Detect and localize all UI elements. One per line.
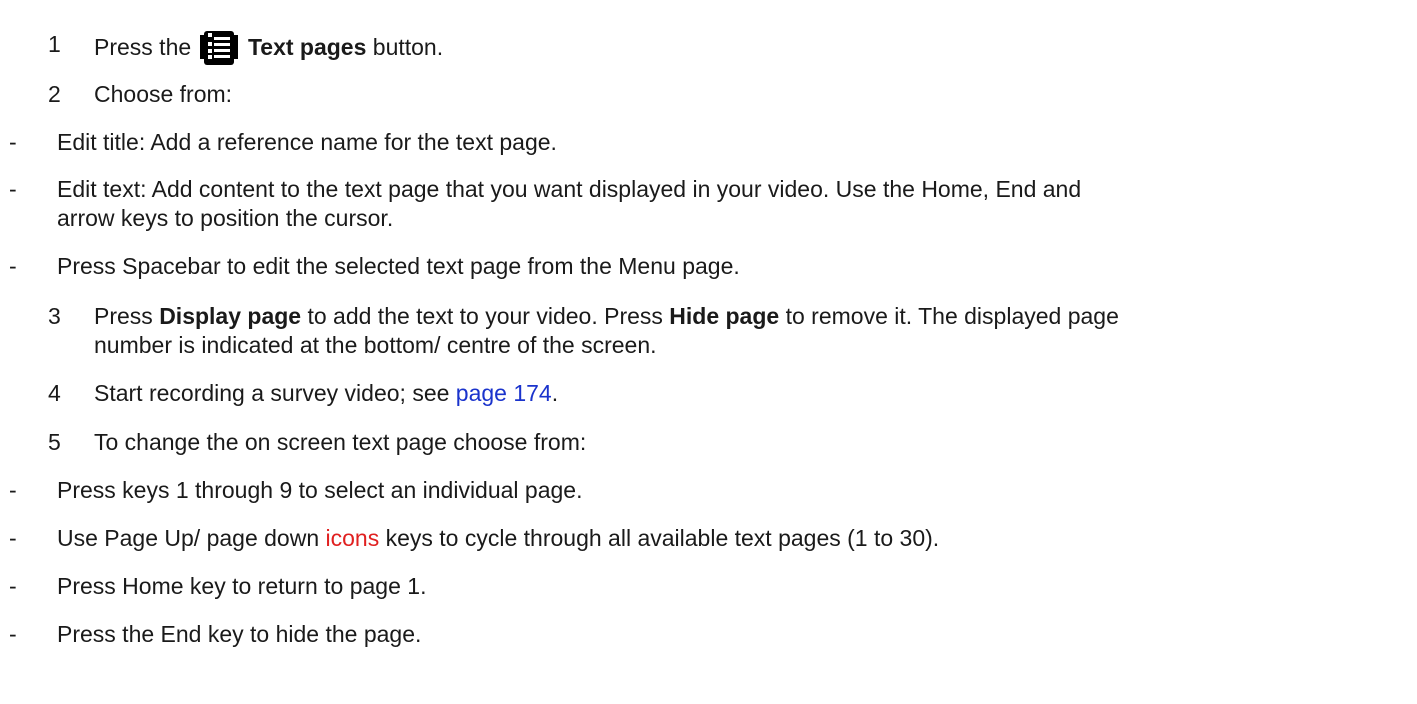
step-text: Choose from:: [94, 81, 233, 107]
step-number: 4: [48, 380, 61, 406]
step-text-continued: number is indicated at the bottom/ centr…: [94, 332, 657, 358]
button-name: Text pages: [247, 34, 367, 60]
hide-page-label: Hide page: [669, 303, 780, 329]
step-number: 2: [48, 81, 61, 107]
manual-page: 1 Press the Text pages button. 2 Choose …: [9, 31, 1119, 647]
step-number: 3: [48, 303, 61, 329]
text-pages-icon: [199, 31, 240, 65]
bullet-text: Press Spacebar to edit the selected text…: [57, 253, 740, 279]
page-link[interactable]: page 174: [456, 380, 552, 406]
bullet-text: Press the End key to hide the page.: [57, 621, 422, 647]
step-text: Press the: [94, 34, 192, 60]
bullet-text: Edit title: Add a reference name for the…: [57, 129, 557, 155]
highlighted-word: icons: [325, 525, 380, 551]
step-number: 5: [48, 429, 61, 455]
step-number: 1: [48, 31, 61, 57]
bullet-text-continued: arrow keys to position the cursor.: [57, 205, 394, 231]
display-page-label: Display page: [159, 303, 302, 329]
bullet-text: Press Home key to return to page 1.: [57, 573, 427, 599]
bullet-text: Press keys 1 through 9 to select an indi…: [57, 477, 583, 503]
bullet-text: Edit text: Add content to the text page …: [57, 176, 1082, 202]
step-text: To change the on screen text page choose…: [94, 429, 587, 455]
